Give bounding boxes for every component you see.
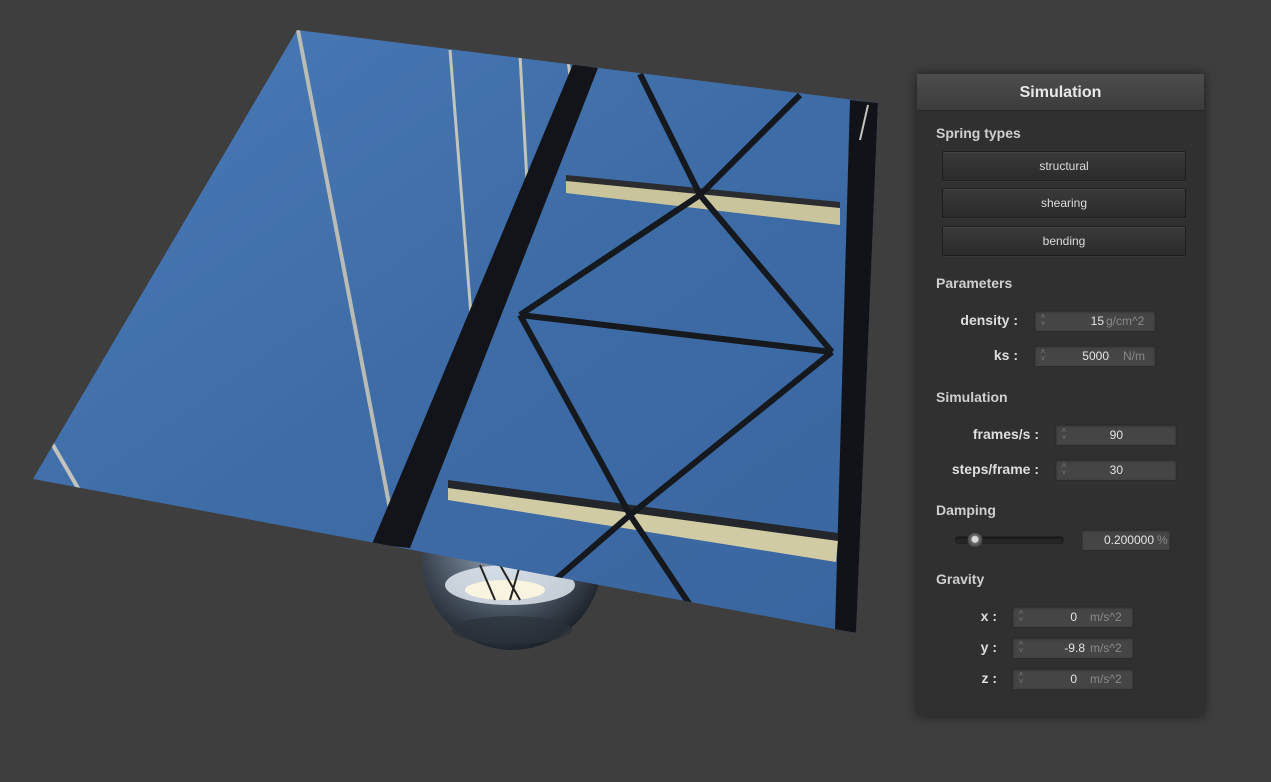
gravity-z-label: z :	[981, 670, 997, 686]
density-unit: g/cm^2	[1106, 314, 1145, 328]
spin-arrows-icon[interactable]: ˄ ˅	[1017, 609, 1025, 625]
textured-cloth[interactable]	[33, 30, 878, 633]
section-simulation: Simulation	[936, 389, 1008, 405]
spin-arrows-icon[interactable]: ˄ ˅	[1039, 348, 1047, 364]
simulation-panel: Simulation Spring types structural shear…	[917, 74, 1204, 716]
gravity-x-label: x :	[980, 608, 997, 624]
damping-unit: %	[1157, 533, 1168, 547]
section-parameters: Parameters	[936, 275, 1013, 291]
damping-slider[interactable]	[955, 532, 1064, 548]
ks-spinbox[interactable]: ˄ ˅ 5000 N/m	[1034, 345, 1156, 367]
section-gravity: Gravity	[936, 571, 985, 587]
density-label: density :	[960, 312, 1018, 328]
structural-button[interactable]: structural	[942, 151, 1186, 181]
damping-value: 0.200000	[1103, 533, 1154, 547]
section-damping: Damping	[936, 502, 996, 518]
ks-unit: N/m	[1123, 349, 1145, 363]
frames-per-second-value: 90	[1109, 428, 1123, 442]
steps-per-frame-spinbox[interactable]: ˄ ˅ 30	[1055, 459, 1177, 481]
ks-label: ks :	[993, 347, 1018, 363]
damping-value-box[interactable]: 0.200000 %	[1081, 529, 1171, 551]
spin-arrows-icon[interactable]: ˄ ˅	[1017, 671, 1025, 687]
gravity-z-value: 0	[1070, 672, 1077, 686]
frames-per-second-spinbox[interactable]: ˄ ˅ 90	[1055, 424, 1177, 446]
spin-arrows-icon[interactable]: ˄ ˅	[1060, 462, 1068, 478]
gravity-x-unit: m/s^2	[1090, 610, 1122, 624]
spin-arrows-icon[interactable]: ˄ ˅	[1039, 313, 1047, 329]
steps-per-frame-label: steps/frame :	[951, 461, 1039, 477]
gravity-y-unit: m/s^2	[1090, 641, 1122, 655]
gravity-z-spinbox[interactable]: ˄ ˅ 0 m/s^2	[1012, 668, 1134, 690]
density-spinbox[interactable]: ˄ ˅ 15 g/cm^2	[1034, 310, 1156, 332]
gravity-y-spinbox[interactable]: ˄ ˅ -9.8 m/s^2	[1012, 637, 1134, 659]
gravity-z-unit: m/s^2	[1090, 672, 1122, 686]
shearing-button[interactable]: shearing	[942, 188, 1186, 218]
bending-button[interactable]: bending	[942, 226, 1186, 256]
3d-viewport[interactable]: Simulation Spring types structural shear…	[0, 0, 1271, 782]
ks-value: 5000	[1082, 349, 1109, 363]
steps-per-frame-value: 30	[1109, 463, 1123, 477]
damping-slider-handle[interactable]	[967, 532, 983, 548]
gravity-y-value: -9.8	[1064, 641, 1085, 655]
spin-arrows-icon[interactable]: ˄ ˅	[1017, 640, 1025, 656]
gravity-x-value: 0	[1070, 610, 1077, 624]
gravity-y-label: y :	[980, 639, 997, 655]
panel-title[interactable]: Simulation	[917, 74, 1204, 111]
section-spring-types: Spring types	[936, 125, 1021, 141]
density-value: 15	[1090, 314, 1104, 328]
frames-per-second-label: frames/s :	[972, 426, 1039, 442]
spin-arrows-icon[interactable]: ˄ ˅	[1060, 427, 1068, 443]
gravity-x-spinbox[interactable]: ˄ ˅ 0 m/s^2	[1012, 606, 1134, 628]
